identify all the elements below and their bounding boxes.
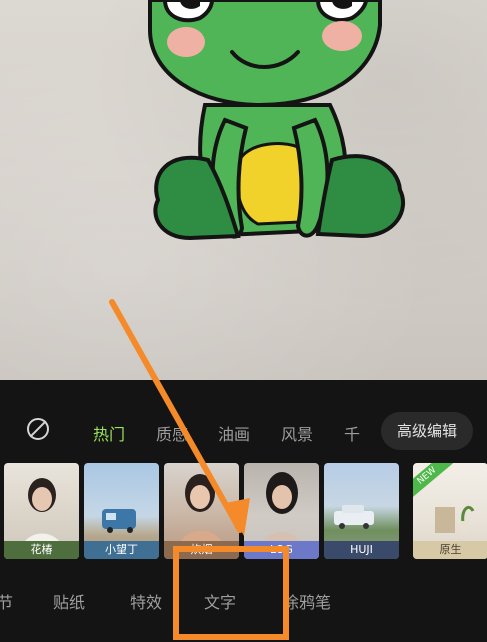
filter-label: 原生 (413, 541, 487, 559)
tool-adjust[interactable]: 节 (0, 589, 13, 613)
filter-thumb-huachun[interactable]: 花椿 (4, 463, 79, 559)
tool-text[interactable]: 文字 (204, 589, 236, 613)
filter-thumbnail-list: 花椿 小望丁 炊烟 LOG HUJI NEW 原生 (0, 463, 487, 559)
category-tab-hot[interactable]: 热门 (93, 421, 125, 445)
category-tab-texture[interactable]: 质感 (156, 421, 188, 445)
photo-canvas[interactable] (0, 0, 487, 380)
advanced-edit-button[interactable]: 高级编辑 (381, 412, 473, 450)
category-tab-landscape[interactable]: 风景 (281, 421, 313, 445)
category-tab-oil-painting[interactable]: 油画 (218, 421, 250, 445)
filter-label: 小望丁 (84, 541, 159, 559)
filter-thumb-xiaowangding[interactable]: 小望丁 (84, 463, 159, 559)
filter-label: 花椿 (4, 541, 79, 559)
frog-drawing (148, 0, 406, 241)
filter-thumb-huji[interactable]: HUJI (324, 463, 399, 559)
filter-thumb-chuiyan[interactable]: 炊烟 (164, 463, 239, 559)
filter-thumb-log[interactable]: LOG (244, 463, 319, 559)
filter-label: LOG (244, 541, 319, 559)
no-filter-icon[interactable] (27, 418, 49, 440)
tool-doodle-pen[interactable]: 涂鸦笔 (283, 589, 331, 613)
filter-panel: 热门 质感 油画 风景 千 高级编辑 花椿 小望丁 炊烟 LOG HUJI NE… (0, 380, 487, 642)
filter-label: 炊烟 (164, 541, 239, 559)
category-tab-more[interactable]: 千 (344, 421, 360, 445)
filter-category-bar: 热门 质感 油画 风景 千 高级编辑 (0, 410, 487, 452)
tool-effects[interactable]: 特效 (130, 589, 162, 613)
photo-editor-screen: 热门 质感 油画 风景 千 高级编辑 花椿 小望丁 炊烟 LOG HUJI NE… (0, 0, 487, 642)
filter-thumb-yuansheng[interactable]: NEW 原生 (413, 463, 487, 559)
filter-label: HUJI (324, 541, 399, 559)
tool-sticker[interactable]: 贴纸 (53, 589, 85, 613)
